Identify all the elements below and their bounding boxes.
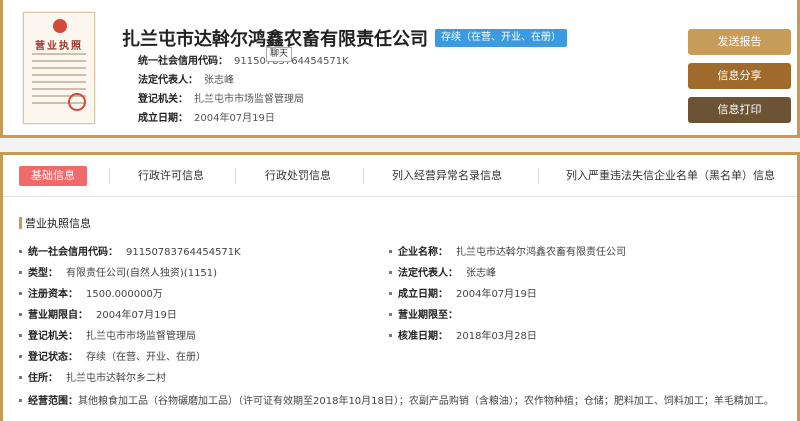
send-report-button[interactable]: 发送报告 [688,29,791,55]
print-info-button[interactable]: 信息打印 [688,97,791,123]
field-registered-capital: 注册资本： 1500.000000万 [19,285,163,300]
header-legal-rep-value: 张志峰 [204,75,234,86]
official-stamp-icon [68,93,86,111]
info-tabs: 基础信息 行政许可信息 行政处罚信息 列入经营异常名录信息 列入严重违法失信企业… [3,155,797,197]
national-emblem-icon [53,19,67,33]
field-company-type: 类型： 有限责任公司(自然人独资)(1151) [19,264,217,279]
business-license-image[interactable]: 营业执照 [23,12,95,124]
header-established-value: 2004年07月19日 [194,113,275,124]
field-company-name: 企业名称： 扎兰屯市达斡尔鸿鑫农畜有限责任公司 [389,243,626,258]
header-authority-label: 登记机关： [138,94,188,105]
tab-admin-penalty[interactable]: 行政处罚信息 [265,166,331,186]
status-badge: 存续（在营、开业、在册） [435,29,567,47]
header-legal-rep-label: 法定代表人： [138,75,198,86]
tab-admin-license[interactable]: 行政许可信息 [138,166,204,186]
field-legal-representative: 法定代表人： 张志峰 [389,264,496,279]
field-address: 住所： 扎兰屯市达斡尔乡二村 [19,369,166,384]
tab-divider [235,168,236,184]
header-established-row: 成立日期： 2004年07月19日 [138,109,275,124]
section-title-marker [19,217,22,229]
field-registration-status: 登记状态： 存续（在营、开业、在册） [19,348,206,363]
company-header-card: 营业执照 扎兰屯市达斡尔鸿鑫农畜有限责任公司 存续（在营、开业、在册） 统一社会… [0,0,800,138]
tab-blacklist[interactable]: 列入严重违法失信企业名单（黑名单）信息 [566,166,775,186]
tab-divider [109,168,110,184]
field-business-scope: 经营范围：其他粮食加工品（谷物碾磨加工品）（许可证有效期至2018年10月18日… [19,395,789,409]
field-credit-code: 统一社会信用代码： 91150783764454571K [19,243,241,258]
header-credit-code-label: 统一社会信用代码： [138,56,228,67]
license-image-title: 营业执照 [35,41,83,52]
header-authority-value: 扎兰屯市市场监督管理局 [194,94,304,105]
field-registration-authority: 登记机关： 扎兰屯市市场监督管理局 [19,327,196,342]
chat-tooltip: 聊天 [266,47,293,62]
field-term-to: 营业期限至： [389,306,466,321]
tab-basic-info[interactable]: 基础信息 [19,166,87,186]
field-established-date: 成立日期： 2004年07月19日 [389,285,537,300]
header-authority-row: 登记机关： 扎兰屯市市场监督管理局 [138,90,304,105]
field-approval-date: 核准日期： 2018年03月28日 [389,327,537,342]
tab-divider [538,168,539,184]
header-legal-rep-row: 法定代表人： 张志峰 [138,71,234,86]
field-term-from: 营业期限自： 2004年07月19日 [19,306,177,321]
tab-divider [363,168,364,184]
tab-abnormal-operation[interactable]: 列入经营异常名录信息 [392,166,502,186]
company-detail-card: 基础信息 行政许可信息 行政处罚信息 列入经营异常名录信息 列入严重违法失信企业… [0,152,800,421]
header-established-label: 成立日期： [138,113,188,124]
section-title: 营业执照信息 [19,215,91,231]
section-title-text: 营业执照信息 [25,217,91,230]
header-credit-code-row: 统一社会信用代码：91150783764454571K [138,52,349,67]
share-info-button[interactable]: 信息分享 [688,63,791,89]
